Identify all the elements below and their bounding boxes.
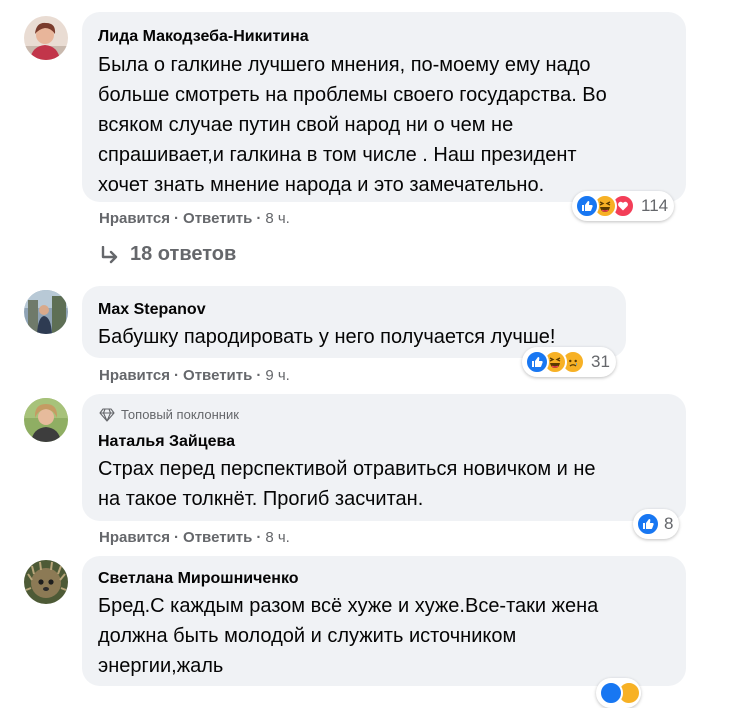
reactions-summary[interactable]: 31 <box>522 347 616 377</box>
separator: · <box>174 210 180 227</box>
avatar[interactable] <box>24 560 68 604</box>
comment-actions: Нравится · Ответить · 9 ч. <box>99 367 290 384</box>
reply-button[interactable]: Ответить <box>183 529 252 546</box>
avatar[interactable] <box>24 16 68 60</box>
reaction-count: 31 <box>591 352 610 371</box>
comment-text: Страх перед перспективой отравиться нови… <box>98 454 596 514</box>
like-icon <box>525 350 549 374</box>
comment-text-line: спрашивает,и галкина в том числе . Наш п… <box>98 144 577 166</box>
reaction-count: 8 <box>664 514 674 533</box>
like-icon <box>599 681 623 705</box>
comment-author[interactable]: Лида Макодзеба-Никитина <box>98 28 309 46</box>
comment-author[interactable]: Наталья Зайцева <box>98 433 235 451</box>
reactions-summary[interactable]: 114 <box>572 191 675 221</box>
reply-button[interactable]: Ответить <box>183 210 252 227</box>
comment-text: Бабушку пародировать у него получается л… <box>98 322 556 352</box>
comment-text-line: больше смотреть на проблемы своего госуд… <box>98 84 607 106</box>
timestamp[interactable]: 8 ч. <box>265 210 290 227</box>
view-replies-link[interactable]: 18 ответов <box>100 243 236 266</box>
like-button[interactable]: Нравится <box>99 367 170 384</box>
comment-author[interactable]: Max Stepanov <box>98 301 206 319</box>
comment-text-line: на такое толкнёт. Прогиб засчитан. <box>98 488 424 510</box>
separator: · <box>174 529 180 546</box>
diamond-icon <box>99 407 115 422</box>
comment-text-line: энергии,жаль <box>98 655 224 677</box>
like-icon <box>636 512 660 536</box>
like-icon <box>575 194 599 218</box>
comment-text: Была о галкине лучшего мнения, по-моему … <box>98 50 607 200</box>
like-button[interactable]: Нравится <box>99 529 170 546</box>
comment-text-line: Бред.С каждым разом всё хуже и хуже.Все-… <box>98 595 599 617</box>
separator: · <box>256 210 262 227</box>
reaction-count: 114 <box>641 196 669 215</box>
reply-button[interactable]: Ответить <box>183 367 252 384</box>
comment-text-line: Была о галкине лучшего мнения, по-моему … <box>98 54 591 76</box>
separator: · <box>256 529 262 546</box>
comment-actions: Нравится · Ответить · 8 ч. <box>99 529 290 546</box>
comment-author[interactable]: Светлана Мирошниченко <box>98 570 299 588</box>
timestamp[interactable]: 9 ч. <box>265 367 290 384</box>
reactions-summary[interactable] <box>596 678 641 708</box>
replies-count: 18 ответов <box>130 243 237 265</box>
separator: · <box>256 367 262 384</box>
avatar[interactable] <box>24 398 68 442</box>
avatar[interactable] <box>24 290 68 334</box>
comment-text-line: хочет знать мнение народа и это замечате… <box>98 174 545 196</box>
like-button[interactable]: Нравится <box>99 210 170 227</box>
comment-text-line: всяком случае путин свой народ ни о чем … <box>98 114 514 136</box>
comment-text-line: должна быть молодой и служить источником <box>98 625 517 647</box>
reactions-summary[interactable]: 8 <box>633 509 680 539</box>
comment-text-line: Страх перед перспективой отравиться нови… <box>98 458 596 480</box>
comment-text-line: Бабушку пародировать у него получается л… <box>98 326 556 348</box>
reply-arrow-icon <box>101 245 118 263</box>
top-fan-badge[interactable]: Топовый поклонник <box>99 407 239 422</box>
comment-text: Бред.С каждым разом всё хуже и хуже.Все-… <box>98 591 598 681</box>
badge-label: Топовый поклонник <box>121 407 239 422</box>
timestamp[interactable]: 8 ч. <box>265 529 290 546</box>
separator: · <box>174 367 180 384</box>
comment-actions: Нравится · Ответить · 8 ч. <box>99 210 290 227</box>
